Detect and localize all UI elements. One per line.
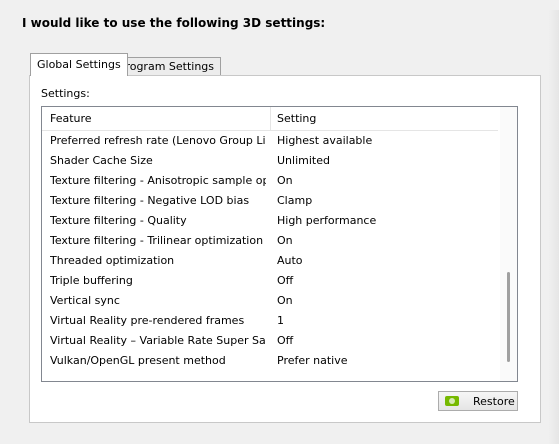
list-header: Feature Setting — [42, 107, 498, 131]
table-row[interactable]: Texture filtering - Anisotropic sample o… — [42, 171, 498, 191]
setting-cell[interactable]: Auto — [277, 254, 492, 267]
feature-cell: Threaded optimization — [50, 254, 175, 267]
settings-label: Settings: — [41, 87, 90, 100]
settings-list[interactable]: Feature Setting Preferred refresh rate (… — [41, 106, 518, 382]
setting-cell[interactable]: Prefer native — [277, 354, 492, 367]
setting-cell[interactable]: On — [277, 294, 492, 307]
feature-cell: Preferred refresh rate (Lenovo Group Lim… — [50, 134, 266, 147]
feature-cell: Texture filtering - Negative LOD bias — [50, 194, 250, 207]
feature-cell: Virtual Reality – Variable Rate Super Sa… — [50, 334, 266, 347]
window-edge — [548, 10, 559, 444]
setting-cell[interactable]: 1 — [277, 314, 492, 327]
table-row[interactable]: Texture filtering - Trilinear optimizati… — [42, 231, 498, 251]
feature-cell: Triple buffering — [50, 274, 133, 287]
scroll-thumb[interactable] — [507, 272, 510, 362]
table-row[interactable]: Texture filtering - Negative LOD bias Cla… — [42, 191, 498, 211]
setting-cell[interactable]: Off — [277, 334, 492, 347]
table-row[interactable]: Vulkan/OpenGL present method Prefer nativ… — [42, 351, 498, 371]
feature-cell: Vertical sync — [50, 294, 120, 307]
table-row[interactable]: Triple buffering Off — [42, 271, 498, 291]
restore-button[interactable]: Restore — [438, 391, 518, 411]
table-row[interactable]: Vertical sync On — [42, 291, 498, 311]
scroll-down-arrow[interactable] — [500, 364, 517, 381]
feature-cell: Shader Cache Size — [50, 154, 153, 167]
feature-cell: Texture filtering - Anisotropic sample o… — [50, 174, 266, 187]
table-row[interactable]: Virtual Reality – Variable Rate Super Sa… — [42, 331, 498, 351]
setting-cell[interactable]: On — [277, 234, 492, 247]
settings-rows: Preferred refresh rate (Lenovo Group Lim… — [42, 131, 498, 371]
setting-cell[interactable]: Clamp — [277, 194, 492, 207]
feature-cell: Texture filtering - Trilinear optimizati… — [50, 234, 264, 247]
tab-global-settings[interactable]: Global Settings — [30, 53, 128, 76]
table-row[interactable]: Virtual Reality pre-rendered frames 1 — [42, 311, 498, 331]
table-row[interactable]: Preferred refresh rate (Lenovo Group Lim… — [42, 131, 498, 151]
setting-cell[interactable]: High performance — [277, 214, 492, 227]
setting-cell[interactable]: Off — [277, 274, 492, 287]
column-header-setting[interactable]: Setting — [277, 112, 316, 125]
feature-cell: Vulkan/OpenGL present method — [50, 354, 226, 367]
column-header-feature[interactable]: Feature — [50, 112, 92, 125]
vertical-scrollbar[interactable] — [500, 107, 517, 381]
page-heading: I would like to use the following 3D set… — [22, 16, 326, 30]
scroll-up-arrow[interactable] — [500, 107, 517, 124]
tab-program-settings[interactable]: Program Settings — [112, 57, 222, 76]
feature-cell: Virtual Reality pre-rendered frames — [50, 314, 245, 327]
setting-cell[interactable]: On — [277, 174, 492, 187]
column-divider[interactable] — [270, 107, 271, 131]
table-row[interactable]: Texture filtering - Quality High performa… — [42, 211, 498, 231]
restore-button-label: Restore — [473, 394, 515, 408]
feature-cell: Texture filtering - Quality — [50, 214, 187, 227]
table-row[interactable]: Threaded optimization Auto — [42, 251, 498, 271]
table-row[interactable]: Shader Cache Size Unlimited — [42, 151, 498, 171]
setting-cell[interactable]: Unlimited — [277, 154, 492, 167]
setting-cell[interactable]: Highest available — [277, 134, 492, 147]
nvidia-logo-icon — [445, 396, 459, 406]
